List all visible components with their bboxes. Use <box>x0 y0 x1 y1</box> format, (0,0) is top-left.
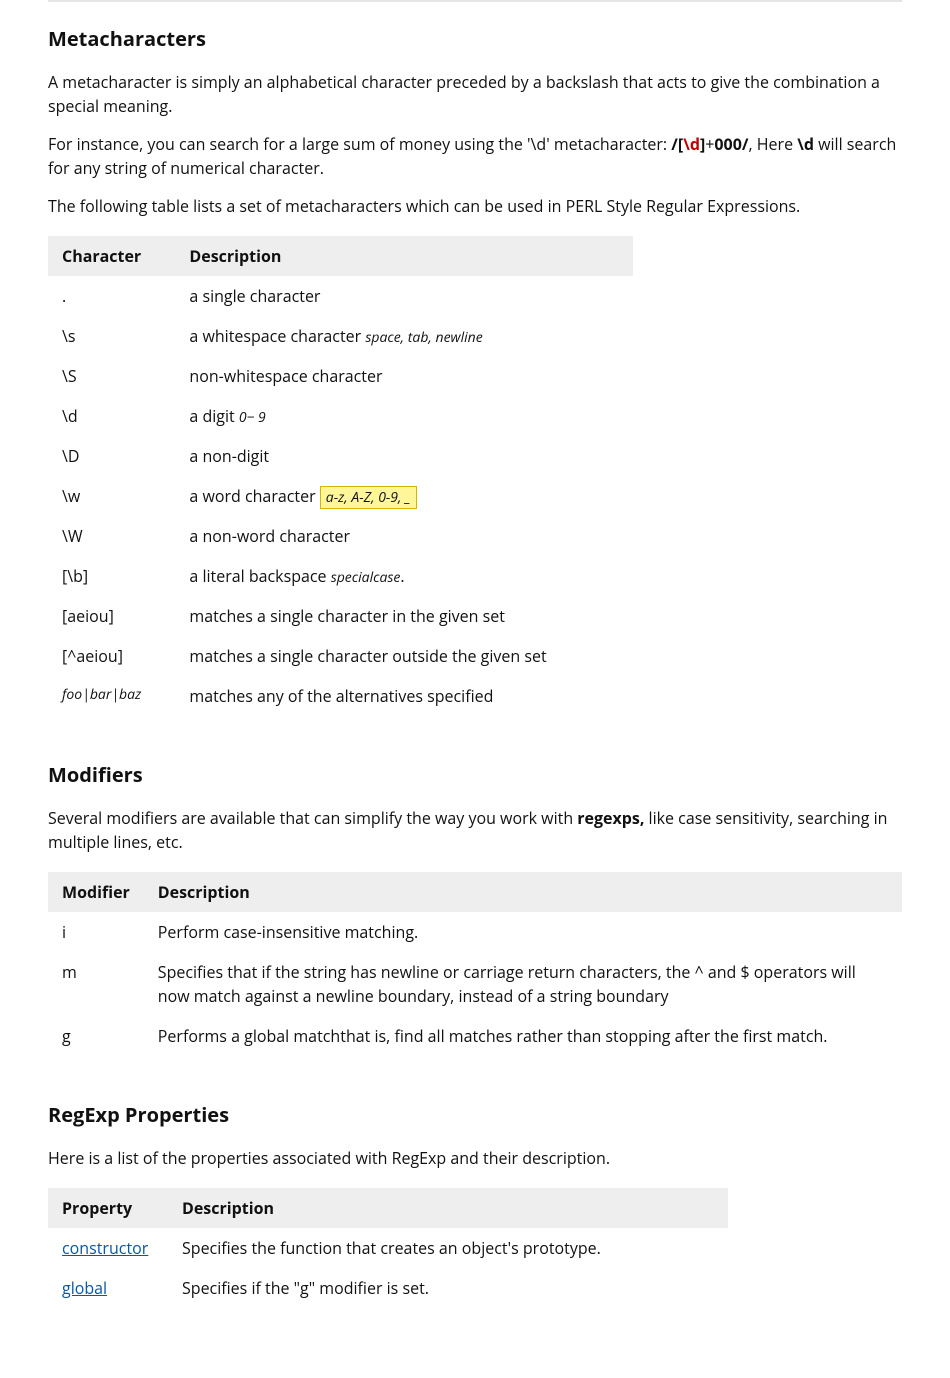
column-header-description: Description <box>175 236 633 276</box>
table-row: g Performs a global matchthat is, find a… <box>48 1016 902 1056</box>
regexp-properties-heading: RegExp Properties <box>48 1078 902 1138</box>
metacharacters-heading: Metacharacters <box>48 0 902 62</box>
properties-table: Property Description constructor Specifi… <box>48 1188 728 1308</box>
table-header-row: Property Description <box>48 1188 728 1228</box>
table-row: m Specifies that if the string has newli… <box>48 952 902 1016</box>
meta-para-2: For instance, you can search for a large… <box>48 132 902 180</box>
regexp-properties-para: Here is a list of the properties associa… <box>48 1146 902 1170</box>
table-row: foo|bar|baz matches any of the alternati… <box>48 676 633 716</box>
table-row: \W a non-word character <box>48 516 633 556</box>
table-row: \w a word character a-z, A-Z, 0-9, _ <box>48 476 633 516</box>
table-row: \d a digit 0− 9 <box>48 396 633 436</box>
table-row: [^aeiou] matches a single character outs… <box>48 636 633 676</box>
table-header-row: Character Description <box>48 236 633 276</box>
column-header-description: Description <box>144 872 902 912</box>
modifiers-para: Several modifiers are available that can… <box>48 806 902 854</box>
column-header-description: Description <box>168 1188 728 1228</box>
table-row: [aeiou] matches a single character in th… <box>48 596 633 636</box>
meta-para-1: A metacharacter is simply an alphabetica… <box>48 70 902 118</box>
meta-para-3: The following table lists a set of metac… <box>48 194 902 218</box>
table-row: constructor Specifies the function that … <box>48 1228 728 1268</box>
modifiers-heading: Modifiers <box>48 738 902 798</box>
table-row: \S non-whitespace character <box>48 356 633 396</box>
table-row: global Specifies if the "g" modifier is … <box>48 1268 728 1308</box>
table-row: \s a whitespace character space, tab, ne… <box>48 316 633 356</box>
table-row: . a single character <box>48 276 633 316</box>
table-header-row: Modifier Description <box>48 872 902 912</box>
constructor-link[interactable]: constructor <box>62 1237 148 1259</box>
global-link[interactable]: global <box>62 1277 107 1299</box>
column-header-modifier: Modifier <box>48 872 144 912</box>
modifiers-table: Modifier Description i Perform case-inse… <box>48 872 902 1056</box>
column-header-character: Character <box>48 236 175 276</box>
metacharacters-table: Character Description . a single charact… <box>48 236 633 716</box>
table-row: i Perform case-insensitive matching. <box>48 912 902 952</box>
table-row: \D a non-digit <box>48 436 633 476</box>
column-header-property: Property <box>48 1188 168 1228</box>
table-row: [\b] a literal backspace specialcase. <box>48 556 633 596</box>
